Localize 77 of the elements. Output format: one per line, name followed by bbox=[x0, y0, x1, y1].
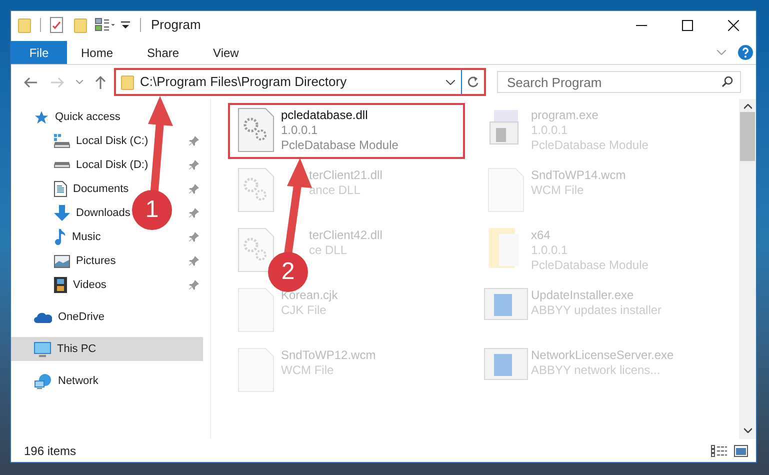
download-icon bbox=[54, 205, 70, 221]
up-icon[interactable] bbox=[95, 76, 106, 88]
folder-icon bbox=[121, 74, 134, 90]
back-icon[interactable] bbox=[24, 76, 37, 88]
pin-icon[interactable] bbox=[189, 208, 199, 218]
star-icon bbox=[34, 110, 49, 124]
file-name: NetworkLicenseServer.exe bbox=[531, 348, 674, 363]
item-count: 196 items bbox=[24, 442, 76, 460]
address-bar[interactable]: C:\Program Files\Program Directory bbox=[114, 68, 486, 96]
film-icon bbox=[54, 277, 67, 293]
nav-item[interactable]: Videos bbox=[54, 273, 106, 297]
window-title: Program bbox=[151, 16, 201, 34]
ribbon-tab[interactable]: Home bbox=[81, 41, 114, 64]
scroll-thumb[interactable] bbox=[740, 112, 755, 161]
minimize-icon bbox=[636, 24, 646, 26]
refresh-icon[interactable] bbox=[467, 76, 479, 88]
nav-item[interactable]: Music bbox=[54, 225, 101, 249]
installer-icon bbox=[484, 348, 528, 380]
installer-icon bbox=[484, 288, 528, 320]
file-name: terClient21.dll bbox=[309, 168, 382, 183]
nav-item[interactable]: Documents bbox=[54, 177, 129, 201]
file-icon bbox=[238, 288, 274, 332]
file-name: program.exe bbox=[531, 108, 600, 123]
address-path: C:\Program Files\Program Directory bbox=[140, 73, 347, 92]
music-note-icon bbox=[54, 229, 66, 245]
search-icon[interactable] bbox=[722, 76, 733, 87]
close-icon bbox=[728, 20, 738, 30]
nav-item[interactable]: Quick access bbox=[34, 105, 120, 129]
pin-icon[interactable] bbox=[189, 160, 199, 170]
scroll-up-icon[interactable] bbox=[744, 104, 752, 109]
file-name: terClient42.dll bbox=[309, 228, 382, 243]
monitor-icon bbox=[34, 342, 51, 356]
nav-item[interactable]: OneDrive bbox=[34, 305, 104, 329]
nav-item[interactable]: Pictures bbox=[54, 249, 116, 273]
ribbon-tab[interactable]: Share bbox=[147, 41, 180, 64]
drive-icon bbox=[54, 162, 70, 168]
details-view-icon[interactable] bbox=[711, 444, 727, 456]
ribbon-tab[interactable]: View bbox=[213, 41, 239, 64]
pin-icon[interactable] bbox=[189, 184, 199, 194]
file-name: x64 bbox=[531, 228, 552, 243]
file-detail: PcleDatabase Module bbox=[281, 138, 398, 153]
file-icon bbox=[238, 348, 274, 392]
drive-icon bbox=[54, 134, 70, 148]
help-icon[interactable] bbox=[738, 45, 753, 60]
document-icon bbox=[54, 181, 67, 197]
ribbon-tab[interactable]: File bbox=[11, 41, 67, 64]
search-field[interactable]: Search Program bbox=[497, 71, 741, 93]
tiles-view-icon[interactable] bbox=[734, 444, 748, 456]
pin-icon[interactable] bbox=[189, 280, 199, 290]
properties-icon[interactable] bbox=[95, 17, 115, 33]
nav-item[interactable]: Network bbox=[34, 369, 98, 393]
network-icon bbox=[34, 374, 52, 388]
nav-item[interactable]: Local Disk (C:) bbox=[54, 129, 148, 153]
pin-icon[interactable] bbox=[189, 256, 199, 266]
nav-item[interactable]: This PC bbox=[11, 337, 203, 361]
gear-file-icon bbox=[238, 228, 274, 272]
file-name: pcledatabase.dll bbox=[281, 108, 369, 123]
pin-icon[interactable] bbox=[189, 232, 199, 242]
file-name: UpdateInstaller.exe bbox=[531, 288, 635, 303]
maximize-icon bbox=[682, 20, 692, 30]
nav-item[interactable]: Local Disk (D:) bbox=[54, 153, 148, 177]
pin-icon[interactable] bbox=[189, 136, 199, 146]
scroll-down-icon[interactable] bbox=[744, 428, 752, 433]
file-tile[interactable]: pcledatabase.dll 1.0.0.1 PcleDatabase Module bbox=[228, 103, 465, 159]
checklist-icon[interactable] bbox=[50, 17, 63, 33]
gear-file-icon bbox=[238, 108, 274, 152]
file-icon bbox=[488, 168, 524, 212]
scrollbar[interactable] bbox=[739, 99, 756, 439]
chevron-down-icon[interactable] bbox=[446, 80, 455, 84]
picture-icon bbox=[54, 254, 70, 268]
gear-file-icon bbox=[238, 168, 274, 212]
nav-item[interactable]: Downloads bbox=[54, 201, 130, 225]
file-name: SndToWP12.wcm bbox=[281, 348, 376, 363]
file-name: SndToWP14.wcm bbox=[531, 168, 626, 183]
cloud-icon bbox=[34, 312, 52, 322]
dropdown-icon[interactable] bbox=[121, 21, 130, 29]
file-detail: 1.0.0.1 bbox=[281, 123, 319, 138]
